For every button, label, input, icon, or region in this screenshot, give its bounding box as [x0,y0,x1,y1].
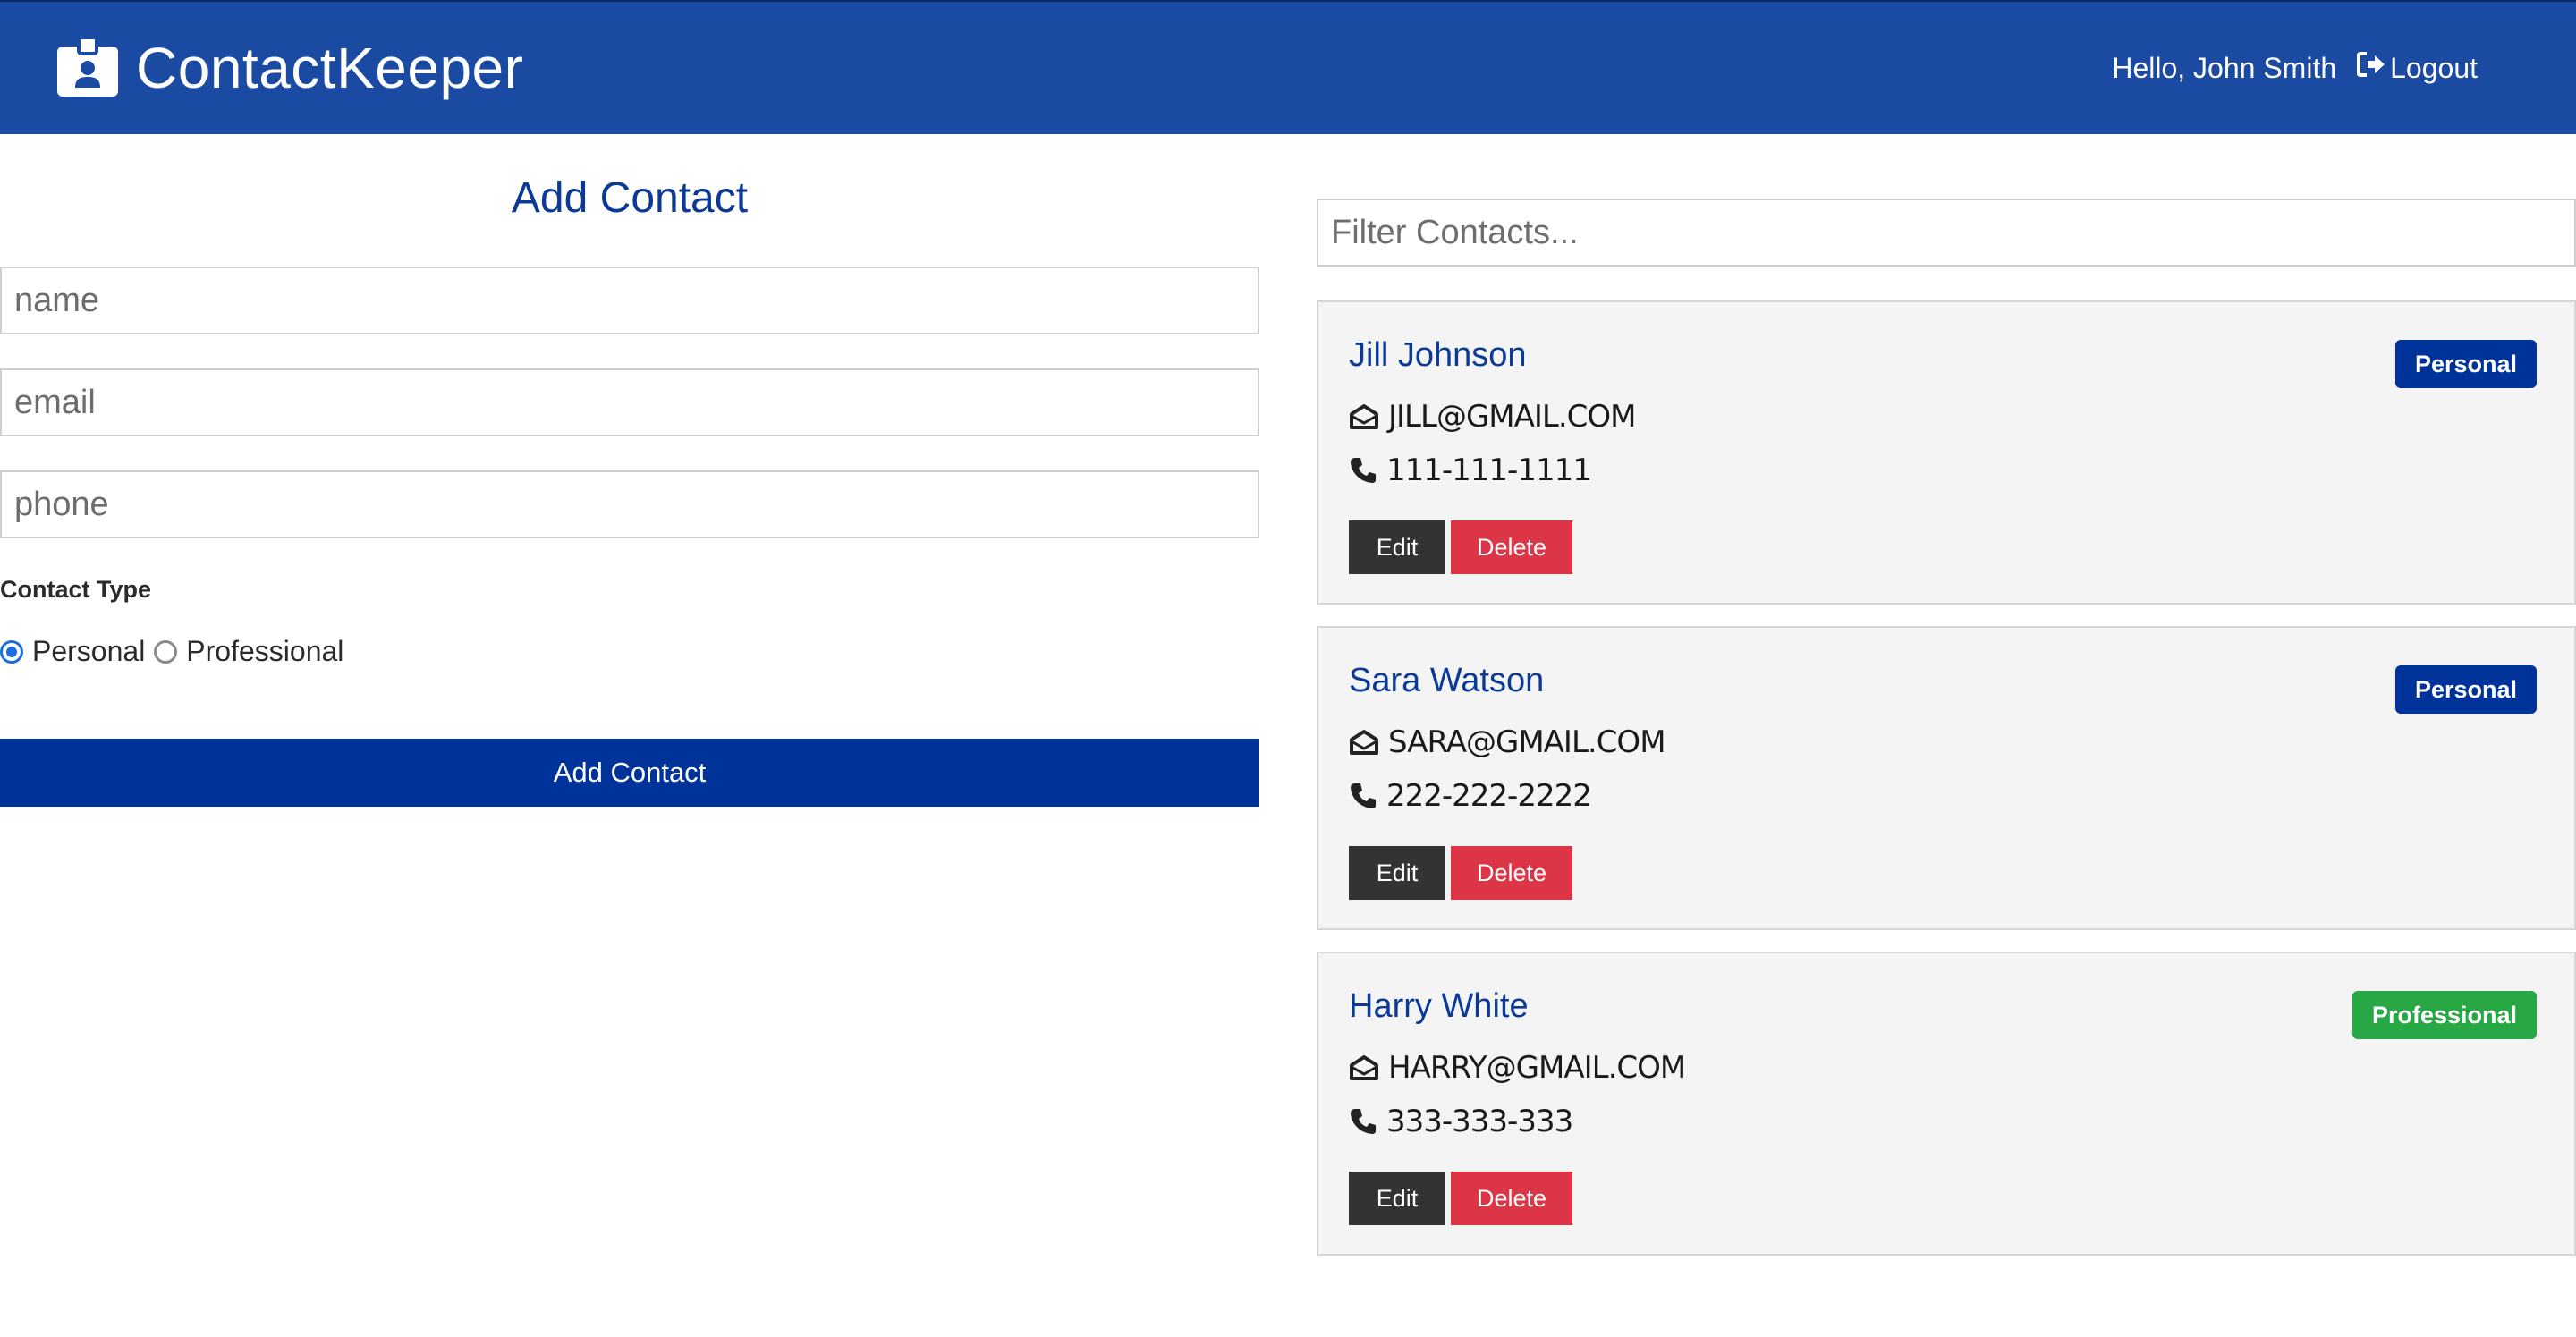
phone-icon [1349,456,1377,485]
contact-phone: 222-222-2222 [1386,778,1592,814]
contact-email-row: SARA@GMAIL.COM [1349,724,1666,760]
contact-name: Jill Johnson [1349,336,1527,374]
contact-card: Sara Watson Personal SARA@GMAIL.COM 222-… [1317,626,2576,930]
logout-label: Logout [2390,51,2478,84]
sign-out-icon [2356,51,2386,85]
envelope-open-icon [1349,729,1379,756]
contact-phone-row: 222-222-2222 [1349,778,1592,814]
filter-contacts-input[interactable] [1317,199,2576,267]
edit-button[interactable]: Edit [1349,1172,1445,1225]
envelope-open-icon [1349,403,1379,430]
app-title: ContactKeeper [136,36,524,100]
contact-name: Harry White [1349,987,1529,1025]
contact-phone: 111-111-1111 [1386,453,1592,488]
contact-phone-row: 333-333-333 [1349,1104,1573,1139]
contact-card: Harry White Professional HARRY@GMAIL.COM… [1317,952,2576,1256]
edit-button[interactable]: Edit [1349,520,1445,574]
radio-professional[interactable]: Professional [154,635,343,668]
radio-personal-button[interactable] [0,639,23,664]
radio-professional-button[interactable] [154,639,178,664]
email-input[interactable] [0,368,1259,436]
contact-email: SARA@GMAIL.COM [1388,724,1666,760]
add-contact-button[interactable]: Add Contact [0,739,1259,807]
contact-email-row: HARRY@GMAIL.COM [1349,1050,1686,1086]
navbar: ContactKeeper Hello, John Smith Logout [0,0,2576,134]
nav-user-area: Hello, John Smith Logout [2112,51,2478,85]
edit-button[interactable]: Edit [1349,846,1445,900]
form-title: Add Contact [511,174,749,222]
contact-name: Sara Watson [1349,662,1545,699]
contact-type-badge: Personal [2394,340,2537,388]
envelope-open-icon [1349,1054,1379,1081]
radio-personal-label: Personal [32,635,146,667]
logout-link[interactable]: Logout [2356,51,2478,85]
radio-professional-label: Professional [186,635,344,667]
delete-button[interactable]: Delete [1451,520,1572,574]
brand[interactable]: ContactKeeper [55,35,523,101]
contact-phone-row: 111-111-1111 [1349,453,1592,488]
id-badge-icon [55,38,120,98]
contact-type-badge: Personal [2394,665,2537,714]
contact-email: HARRY@GMAIL.COM [1388,1050,1686,1086]
contact-email-row: JILL@GMAIL.COM [1349,399,1636,435]
contact-type-label: Contact Type [0,576,152,603]
contact-card: Jill Johnson Personal JILL@GMAIL.COM 111… [1317,300,2576,605]
contact-type-radio-group: Personal Professional [0,635,352,668]
phone-icon [1349,782,1377,810]
phone-input[interactable] [0,470,1259,538]
delete-button[interactable]: Delete [1451,846,1572,900]
user-greeting: Hello, John Smith [2112,51,2337,84]
delete-button[interactable]: Delete [1451,1172,1572,1225]
radio-personal[interactable]: Personal [0,635,145,668]
contact-phone: 333-333-333 [1386,1104,1573,1139]
contact-email: JILL@GMAIL.COM [1388,399,1636,435]
name-input[interactable] [0,267,1259,334]
phone-icon [1349,1107,1377,1136]
contact-type-badge: Professional [2351,991,2537,1039]
